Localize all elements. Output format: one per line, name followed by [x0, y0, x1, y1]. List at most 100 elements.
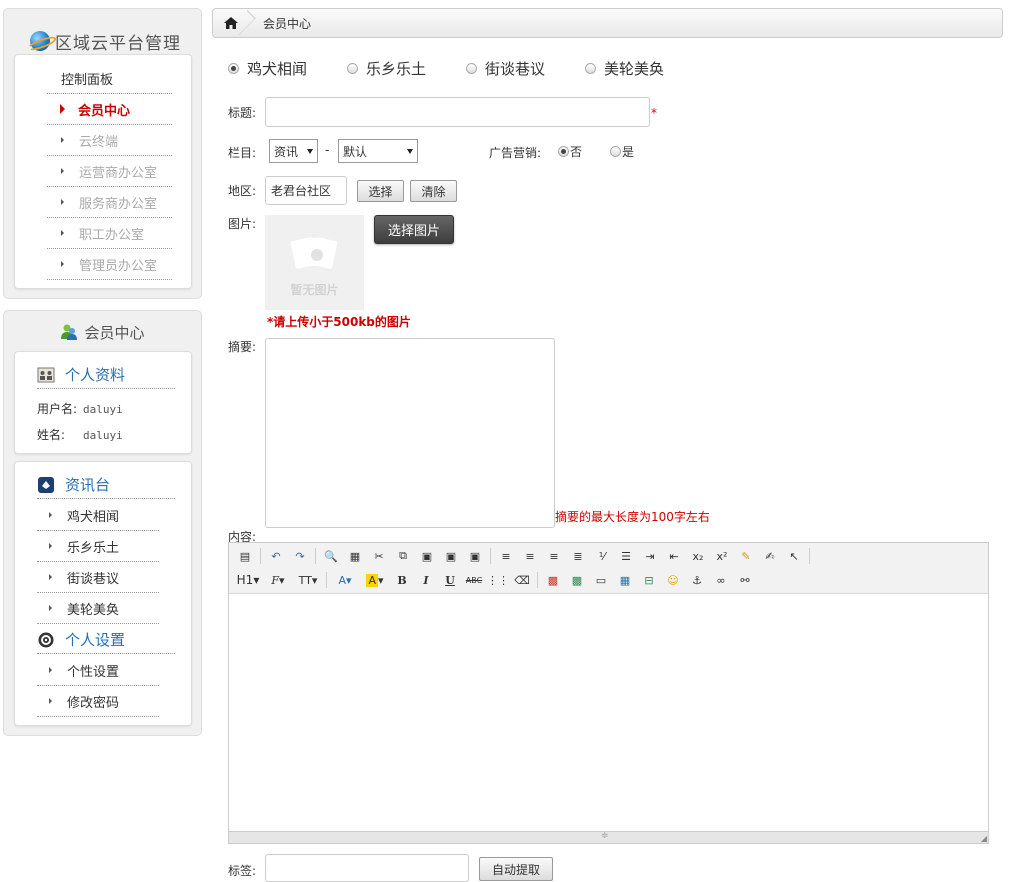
font-size-label: TT	[298, 573, 312, 587]
member-center-header: 会员中心	[4, 321, 201, 343]
paste-word-icon[interactable]: ▣	[465, 546, 485, 566]
news-item-4[interactable]: 美轮美奂	[37, 593, 159, 624]
settings-item-password[interactable]: 修改密码	[37, 686, 159, 717]
sidebar-item-dashboard[interactable]: 控制面板	[47, 63, 172, 94]
auto-extract-button[interactable]: 自动提取	[479, 857, 553, 881]
sidebar-item-label: 管理员办公室	[79, 258, 158, 274]
editor-content-area[interactable]	[229, 594, 988, 831]
settings-item-personal[interactable]: 个性设置	[37, 655, 159, 686]
news-item-3[interactable]: 街谈巷议	[37, 562, 159, 593]
insert-image-icon[interactable]: ▩	[543, 570, 563, 590]
align-center-icon[interactable]: ≡	[520, 546, 540, 566]
link-icon[interactable]: ∞	[711, 570, 731, 590]
editor-resize-bar[interactable]: ≑ ◢	[229, 831, 988, 843]
underline-icon[interactable]: U	[440, 570, 460, 590]
region-clear-button[interactable]: 清除	[410, 180, 457, 202]
news-item-2[interactable]: 乐乡乐土	[37, 531, 159, 562]
ordered-list-icon[interactable]: ⅟	[592, 546, 612, 566]
region-input[interactable]: 老君台社区	[265, 176, 347, 205]
font-size-icon[interactable]: TT ▾	[295, 570, 321, 590]
paste-text-icon[interactable]: ▣	[441, 546, 461, 566]
sidebar-item-provider-office[interactable]: 服务商办公室	[47, 187, 172, 218]
category-option-2[interactable]: 乐乡乐土	[347, 58, 426, 79]
sidebar-item-label: 服务商办公室	[79, 196, 158, 212]
sidebar-item-member-center[interactable]: 会员中心	[47, 94, 172, 125]
superscript-icon[interactable]: x²	[712, 546, 732, 566]
highlight-color-icon[interactable]: A ▾	[362, 570, 388, 590]
insert-hr-icon[interactable]: ⊟	[639, 570, 659, 590]
globe-logo-icon	[30, 31, 50, 51]
paste-icon[interactable]: ▣	[417, 546, 437, 566]
heading-icon[interactable]: H1 ▾	[235, 570, 261, 590]
source-code-icon[interactable]: ▤	[235, 546, 255, 566]
category-option-4[interactable]: 美轮美奂	[585, 58, 664, 79]
name-label: 姓名:	[37, 428, 66, 442]
sidebar-item-admin-office[interactable]: 管理员办公室	[47, 249, 172, 280]
align-right-icon[interactable]: ≡	[544, 546, 564, 566]
font-color-icon[interactable]: A▾	[332, 570, 358, 590]
arrow-right-icon	[61, 168, 64, 174]
outdent-icon[interactable]: ⇤	[664, 546, 684, 566]
sidebar-nav-list: 控制面板 会员中心 云终端 运营商办公室 服务商办公室 职工办公室 管理员办公室	[14, 54, 192, 289]
preview-icon[interactable]: 🔍	[321, 546, 341, 566]
subscript-icon[interactable]: x₂	[688, 546, 708, 566]
clear-format-icon[interactable]: ✎	[736, 546, 756, 566]
sidebar-item-staff-office[interactable]: 职工办公室	[47, 218, 172, 249]
bold-icon[interactable]: B	[392, 570, 412, 590]
line-height-icon[interactable]: ⋮⋮	[487, 570, 509, 590]
column-label: 栏目:	[228, 146, 257, 160]
insert-media-icon[interactable]: ▭	[591, 570, 611, 590]
font-family-icon[interactable]: F ▾	[265, 570, 291, 590]
category-option-1[interactable]: 鸡犬相闻	[228, 58, 307, 79]
choose-image-button[interactable]: 选择图片	[374, 215, 454, 244]
insert-table-icon[interactable]: ▦	[615, 570, 635, 590]
radio-unchecked-icon	[610, 146, 621, 157]
emoticon-icon[interactable]: ☺	[663, 570, 683, 590]
category-option-label: 鸡犬相闻	[247, 60, 308, 78]
subcolumn-select[interactable]: 默认	[338, 139, 418, 163]
anchor-icon[interactable]: ⚓	[687, 570, 707, 590]
italic-icon[interactable]: I	[416, 570, 436, 590]
arrow-right-icon	[49, 543, 52, 549]
eraser-icon[interactable]: ⌫	[512, 570, 532, 590]
pointer-icon[interactable]: ↖	[784, 546, 804, 566]
home-button[interactable]	[213, 9, 249, 37]
summary-textarea[interactable]	[265, 338, 555, 528]
region-select-button[interactable]: 选择	[357, 180, 404, 202]
unordered-list-icon[interactable]: ☰	[616, 546, 636, 566]
indent-icon[interactable]: ⇥	[640, 546, 660, 566]
insert-multi-image-icon[interactable]: ▩	[567, 570, 587, 590]
category-radio-group: 鸡犬相闻 乐乡乐土 街谈巷议 美轮美奂	[228, 58, 704, 79]
ad-yes-option[interactable]: 是	[610, 143, 634, 160]
template-icon[interactable]: ▦	[345, 546, 365, 566]
redo-icon[interactable]: ↷	[290, 546, 310, 566]
sidebar-item-operator-office[interactable]: 运营商办公室	[47, 156, 172, 187]
heading-label: H1	[236, 573, 254, 587]
category-option-label: 美轮美奂	[604, 60, 665, 78]
strikethrough-icon[interactable]: ABC	[464, 570, 484, 590]
toolbar-row-2: H1 ▾ F ▾ TT ▾ A▾ A ▾ B I U ABC ⋮⋮ ⌫ ▩ ▩ ▭ ▦ …	[235, 569, 759, 591]
ad-yes-label: 是	[622, 145, 635, 159]
sidebar-item-cloud-terminal[interactable]: 云终端	[47, 125, 172, 156]
title-input[interactable]	[265, 97, 650, 127]
ad-no-option[interactable]: 否	[558, 143, 582, 160]
undo-icon[interactable]: ↶	[266, 546, 286, 566]
align-justify-icon[interactable]: ≣	[568, 546, 588, 566]
corner-resize-icon[interactable]: ◢	[981, 834, 987, 843]
column-select[interactable]: 资讯	[269, 139, 318, 163]
member-center-panel: 会员中心 个人资料 用户名:daluyi 姓名:daluyi 资讯台 鸡犬相	[3, 310, 202, 736]
copy-icon[interactable]: ⧉	[393, 546, 413, 566]
unlink-icon[interactable]: ⚯	[735, 570, 755, 590]
column-dash: -	[325, 143, 330, 157]
news-item-1[interactable]: 鸡犬相闻	[37, 500, 159, 531]
image-placeholder: 暂无图片	[265, 215, 364, 310]
tags-input[interactable]	[265, 854, 469, 882]
select-all-icon[interactable]: ✍	[760, 546, 780, 566]
cut-icon[interactable]: ✂	[369, 546, 389, 566]
arrow-right-icon	[49, 667, 52, 673]
member-center-title: 会员中心	[84, 323, 145, 342]
category-option-3[interactable]: 街谈巷议	[466, 58, 545, 79]
resize-handle-icon[interactable]: ≑	[601, 831, 609, 841]
align-left-icon[interactable]: ≡	[496, 546, 516, 566]
image-size-hint: *请上传小于500kb的图片	[267, 315, 411, 329]
